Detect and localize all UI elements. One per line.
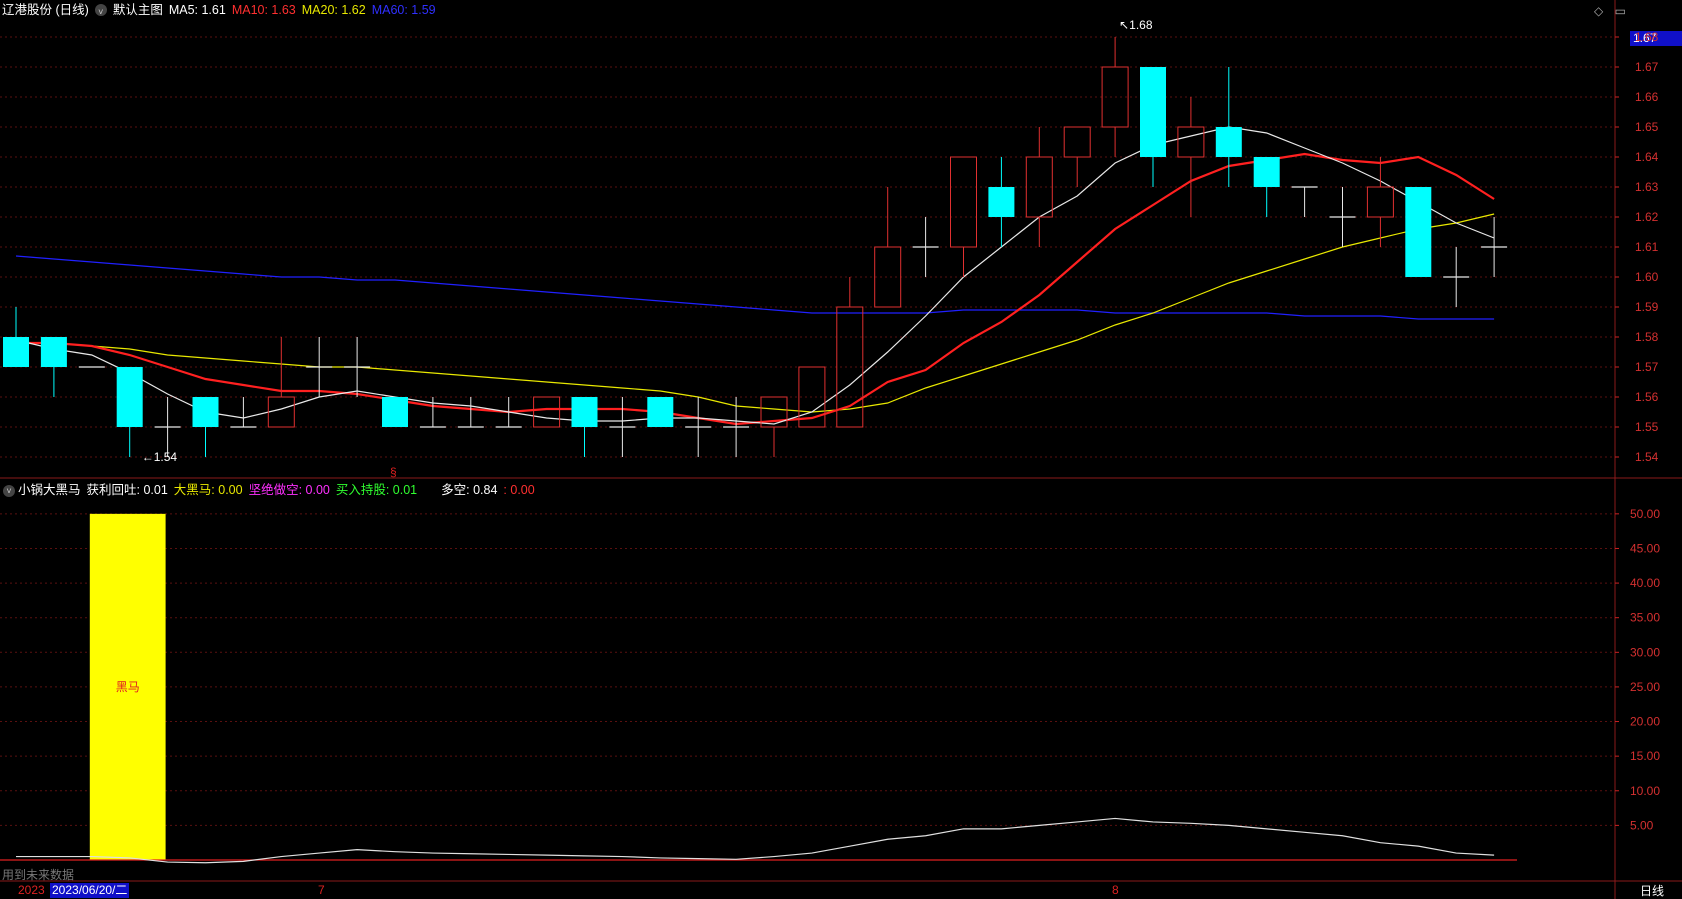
high-price-label: ↖1.68 — [1119, 18, 1153, 32]
candle-down — [1253, 157, 1280, 187]
candle-down — [1215, 127, 1242, 157]
price-tick-label: 1.59 — [1635, 300, 1659, 314]
price-tick-label: 1.60 — [1635, 270, 1659, 284]
indicator-tick-label: 40.00 — [1630, 576, 1660, 590]
price-tick-label: 1.65 — [1635, 120, 1659, 134]
indicator-tick-label: 30.00 — [1630, 645, 1660, 659]
ma10-line — [16, 152, 1495, 426]
price-tick-label: 1.64 — [1635, 150, 1659, 164]
price-tick-label: 1.66 — [1635, 90, 1659, 104]
price-tick-label: 1.54 — [1635, 450, 1659, 464]
indicator-tick-label: 5.00 — [1630, 818, 1654, 832]
price-tick-label: 1.61 — [1635, 240, 1659, 254]
candle-down — [647, 397, 674, 427]
indicator-tick-label: 50.00 — [1630, 507, 1660, 521]
candle-down — [1140, 67, 1166, 157]
candle-down — [192, 397, 219, 427]
candle-down — [988, 187, 1015, 217]
month-mark-8: 8 — [1112, 883, 1119, 897]
price-tick-label: 1.55 — [1635, 420, 1659, 434]
candle-down — [3, 337, 29, 367]
indicator-tick-label: 35.00 — [1630, 611, 1660, 625]
candle-down — [1405, 187, 1432, 277]
price-tick-label: 1.67 — [1635, 60, 1659, 74]
price-tick-label: 1.63 — [1635, 180, 1659, 194]
selected-date: 2023/06/20/二 — [50, 883, 130, 898]
candle-down — [40, 337, 67, 367]
candle-down — [382, 397, 408, 427]
indicator-tick-label: 10.00 — [1630, 784, 1660, 798]
ma60-line — [15, 255, 1495, 320]
candle-up — [1177, 126, 1205, 158]
indicator-tick-label: 25.00 — [1630, 680, 1660, 694]
candle-down — [571, 397, 598, 427]
no-future-note: 用到未来数据 — [2, 868, 75, 882]
price-tick-label: 1.58 — [1635, 330, 1659, 344]
candle-up — [1366, 186, 1394, 218]
indicator-tick-label: 20.00 — [1630, 715, 1660, 729]
price-tick-label: 1.62 — [1635, 210, 1659, 224]
price-tick-label: 1.57 — [1635, 360, 1659, 374]
candle-up — [533, 396, 561, 428]
signal-mark: § — [390, 465, 397, 479]
candle-up — [950, 156, 977, 248]
date-year-label: 2023 — [18, 883, 45, 897]
indicator-tick-label: 15.00 — [1630, 749, 1660, 763]
stock-chart[interactable]: 1.68 1.67 1.66 1.65 1.64 1.63 1.62 1.61 1.60 1.59… — [0, 0, 1682, 899]
price-tick-label: 1.68 — [1635, 30, 1659, 44]
horse-bar-label: 黑马 — [116, 680, 140, 694]
indicator-tick-label: 45.00 — [1630, 541, 1660, 555]
candle-up — [1063, 126, 1091, 158]
period-button[interactable]: 日线 — [1640, 882, 1664, 899]
month-mark-7: 7 — [318, 883, 325, 897]
price-tick-label: 1.56 — [1635, 390, 1659, 404]
low-price-label: ←1.54 — [142, 450, 178, 464]
candle-up — [267, 396, 295, 428]
candle-down — [116, 367, 143, 427]
